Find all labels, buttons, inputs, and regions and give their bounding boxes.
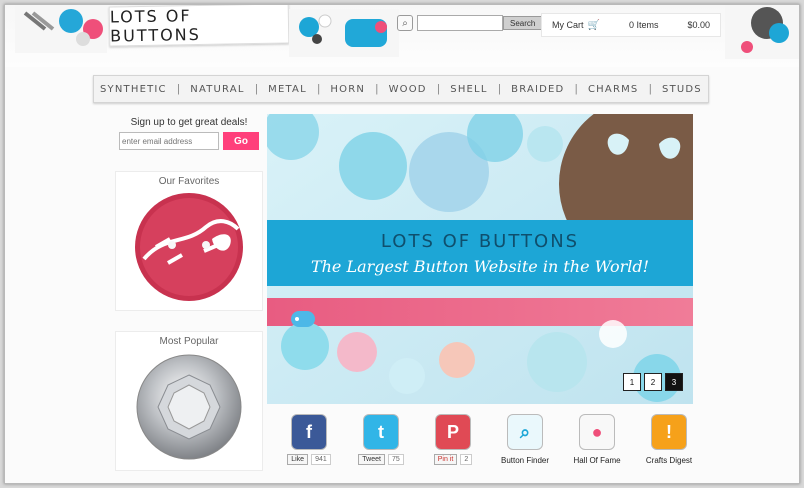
hero-page-2[interactable]: 2: [644, 373, 662, 391]
left-sidebar: Sign up to get great deals! Go Our Favor…: [115, 117, 263, 477]
logo-text: LOTS OF BUTTONS: [109, 6, 202, 46]
twitter-widget: Tweet 75: [358, 454, 404, 465]
social-and-features: f Like 941 t Tweet 75 P Pin it 2 ⌕ Butto…: [279, 414, 699, 478]
hero-page-1[interactable]: 1: [623, 373, 641, 391]
hero-banner[interactable]: LOTS OF BUTTONS The Largest Button Websi…: [263, 96, 735, 404]
facebook-like-count: 941: [311, 454, 331, 465]
tweet-count: 75: [387, 454, 404, 465]
cart-items: 0 Items: [628, 20, 659, 30]
signup-title: Sign up to get great deals!: [130, 117, 248, 128]
cart-summary[interactable]: My Cart 🛒 0 Items $0.00: [541, 13, 721, 37]
shopping-cart-icon: 🛒: [587, 19, 600, 31]
page-frame: LOTS OF BUTTONS ⌕ Search My Cart 🛒 0 Ite…: [4, 4, 800, 484]
tweet-button[interactable]: Tweet: [358, 454, 385, 465]
pinterest-block: P Pin it 2: [423, 414, 483, 465]
craft-decoration-left: [15, 5, 107, 53]
facebook-like-button[interactable]: Like: [287, 454, 309, 465]
nav-horn[interactable]: HORN: [330, 84, 365, 95]
magnifier-icon[interactable]: ⌕: [507, 414, 543, 450]
nav-separator: |: [574, 83, 578, 95]
nav-wood[interactable]: WOOD: [389, 84, 427, 95]
nav-separator: |: [177, 83, 180, 95]
nav-metal[interactable]: METAL: [268, 84, 307, 95]
search-area: ⌕ Search: [397, 15, 543, 31]
award-icon[interactable]: ●: [579, 414, 615, 450]
header-area: LOTS OF BUTTONS ⌕ Search My Cart 🛒 0 Ite…: [5, 5, 799, 67]
pin-it-button[interactable]: Pin it: [433, 454, 458, 465]
go-button[interactable]: Go: [223, 132, 259, 150]
pinterest-icon[interactable]: P: [435, 414, 471, 450]
nav-separator: |: [317, 83, 321, 95]
crafts-digest-block: ! Crafts Digest: [639, 414, 699, 465]
nav-separator: |: [254, 83, 258, 95]
facebook-icon[interactable]: f: [291, 414, 327, 450]
popular-title: Most Popular: [159, 336, 219, 347]
nav-separator: |: [497, 83, 501, 95]
facebook-block: f Like 941: [279, 414, 339, 465]
popular-card[interactable]: Most Popular: [115, 331, 263, 471]
favorite-button-image: [135, 193, 243, 301]
email-signup: Go: [115, 132, 263, 150]
nav-charms[interactable]: CHARMS: [588, 84, 638, 95]
nav-synthetic[interactable]: SYNTHETIC: [100, 84, 167, 95]
search-button[interactable]: Search: [503, 16, 543, 30]
twitter-icon[interactable]: t: [363, 414, 399, 450]
favorites-card[interactable]: Our Favorites: [115, 171, 263, 311]
nav-separator: |: [648, 83, 652, 95]
nav-braided[interactable]: BRAIDED: [511, 84, 564, 95]
hall-of-fame-block: ● Hall Of Fame: [567, 414, 627, 465]
hall-of-fame-label[interactable]: Hall Of Fame: [573, 456, 620, 465]
search-icon[interactable]: ⌕: [397, 15, 413, 31]
nav-shell[interactable]: SHELL: [450, 84, 487, 95]
button-finder-label[interactable]: Button Finder: [501, 456, 549, 465]
search-input[interactable]: [417, 15, 503, 31]
hero-banner-image: LOTS OF BUTTONS The Largest Button Websi…: [263, 96, 735, 404]
cart-total: $0.00: [687, 20, 710, 30]
nav-separator: |: [437, 83, 440, 95]
twitter-block: t Tweet 75: [351, 414, 411, 465]
nav-natural[interactable]: NATURAL: [190, 84, 244, 95]
hero-pager: 1 2 3: [623, 373, 683, 391]
pin-count: 2: [460, 454, 473, 465]
facebook-like-widget: Like 941: [287, 454, 331, 465]
nav-separator: |: [375, 83, 379, 95]
category-navbar: SYNTHETIC | NATURAL | METAL | HORN | WOO…: [93, 75, 709, 103]
cart-label: My Cart: [552, 20, 584, 30]
site-logo[interactable]: LOTS OF BUTTONS: [108, 5, 290, 47]
button-finder-block: ⌕ Button Finder: [495, 414, 555, 465]
pinterest-widget: Pin it 2: [433, 454, 473, 465]
email-field[interactable]: [119, 132, 219, 150]
hero-tagline-text: The Largest Button Website in the World!: [311, 257, 649, 276]
popular-button-image: [136, 354, 242, 460]
nav-studs[interactable]: STUDS: [662, 84, 702, 95]
favorites-title: Our Favorites: [158, 176, 220, 187]
hero-page-3[interactable]: 3: [665, 373, 683, 391]
cart-label-group: My Cart 🛒: [552, 20, 600, 31]
craft-decoration-right: [725, 5, 799, 59]
digest-icon[interactable]: !: [651, 414, 687, 450]
hero-brand-text: LOTS OF BUTTONS: [381, 231, 579, 252]
crafts-digest-label[interactable]: Crafts Digest: [646, 456, 692, 465]
craft-decoration-middle: [289, 9, 399, 57]
